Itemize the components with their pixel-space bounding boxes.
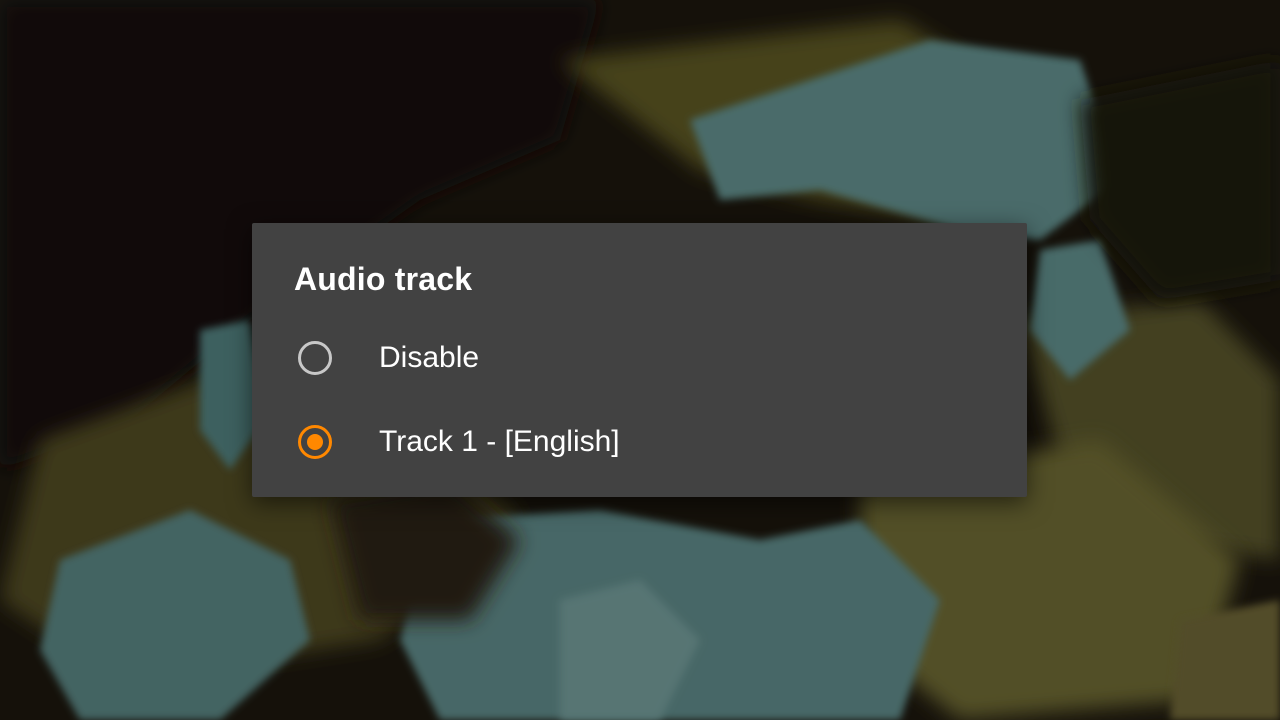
audio-option-disable[interactable]: Disable [252, 316, 1027, 400]
radio-unchecked-icon[interactable] [298, 341, 332, 375]
option-label: Disable [379, 341, 480, 374]
option-label: Track 1 - [English] [379, 425, 620, 458]
radio-checked-icon[interactable] [298, 425, 332, 459]
radio-dot [307, 434, 323, 450]
dialog-title: Audio track [294, 261, 473, 297]
audio-option-track-1[interactable]: Track 1 - [English] [252, 400, 1027, 484]
audio-track-dialog: Audio track Disable Track 1 - [English] [252, 223, 1027, 497]
